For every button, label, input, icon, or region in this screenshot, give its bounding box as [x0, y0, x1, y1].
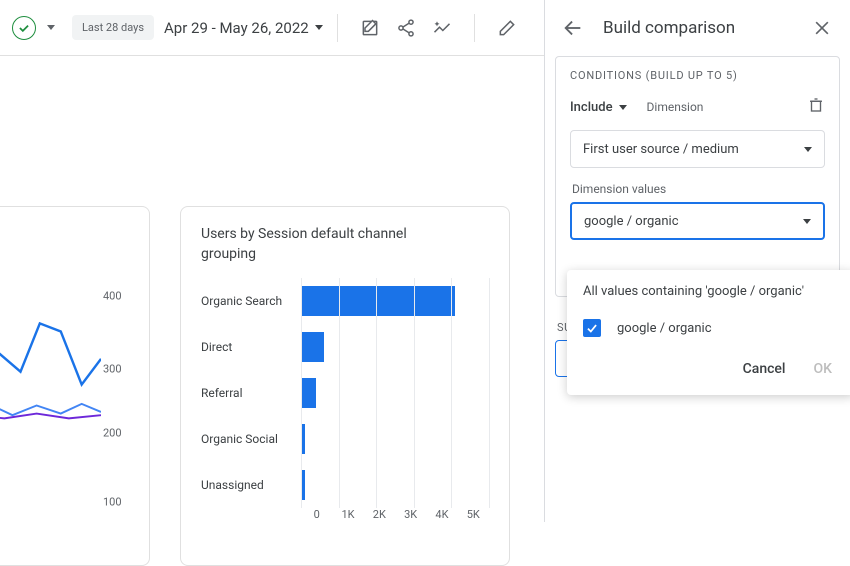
- insights-icon[interactable]: [428, 14, 456, 42]
- chevron-down-icon: [804, 147, 812, 152]
- bar-fill: [301, 286, 455, 316]
- bar-label: Organic Social: [201, 432, 301, 446]
- bar-row: Referral: [201, 370, 489, 416]
- bar-label: Unassigned: [201, 478, 301, 492]
- bar-chart-card: Users by Session default channel groupin…: [180, 206, 510, 566]
- bar-row: Organic Search: [201, 278, 489, 324]
- bar-fill: [301, 378, 316, 408]
- bar-x-tick: 3K: [395, 508, 426, 521]
- ok-button[interactable]: OK: [814, 361, 833, 377]
- bar-label: Organic Search: [201, 294, 301, 308]
- bar-row: Unassigned: [201, 462, 489, 508]
- line-chart-card: over time 400 300 200 100 22: [0, 206, 150, 566]
- chevron-down-icon: [803, 219, 811, 224]
- panel-body: CONDITIONS (BUILD UP TO 5) Include Dimen…: [545, 56, 850, 377]
- bar-track: [301, 324, 489, 370]
- checkbox-checked-icon[interactable]: [583, 319, 601, 337]
- dropdown-actions: Cancel OK: [567, 347, 850, 391]
- back-arrow-icon[interactable]: [561, 17, 585, 39]
- line-chart: 400 300 200 100 22: [0, 259, 129, 549]
- bar-track: [301, 462, 489, 508]
- close-icon[interactable]: [810, 18, 834, 38]
- bar-label: Direct: [201, 340, 301, 354]
- panel-header: Build comparison: [545, 0, 850, 56]
- condition-card: CONDITIONS (BUILD UP TO 5) Include Dimen…: [555, 56, 840, 297]
- y-tick: 200: [103, 426, 133, 439]
- bar-x-tick: 0: [301, 508, 332, 521]
- bar-track: [301, 416, 489, 462]
- customize-report-icon[interactable]: [356, 14, 384, 42]
- dropdown-option[interactable]: google / organic: [567, 309, 850, 347]
- delete-icon[interactable]: [807, 96, 825, 118]
- values-dropdown: All values containing 'google / organic'…: [567, 270, 850, 395]
- chevron-down-icon: [315, 25, 323, 30]
- date-range-picker[interactable]: Apr 29 - May 26, 2022: [164, 19, 323, 37]
- chevron-down-icon: [619, 105, 627, 110]
- y-tick: 400: [103, 290, 133, 303]
- bar-x-axis: 01K2K3K4K5K: [301, 508, 489, 521]
- cancel-button[interactable]: Cancel: [743, 361, 786, 377]
- panel-title: Build comparison: [603, 18, 810, 38]
- line-chart-svg: [0, 259, 101, 420]
- bar-track: [301, 370, 489, 416]
- bar-x-tick: 1K: [332, 508, 363, 521]
- y-tick: 300: [103, 362, 133, 375]
- status-dropdown-icon[interactable]: [38, 25, 58, 30]
- date-range-label: Apr 29 - May 26, 2022: [164, 19, 309, 37]
- dropdown-heading: All values containing 'google / organic': [567, 270, 850, 309]
- divider: [337, 14, 338, 42]
- date-preset-chip[interactable]: Last 28 days: [72, 15, 154, 40]
- bar-label: Referral: [201, 386, 301, 400]
- comparison-panel: Build comparison CONDITIONS (BUILD UP TO…: [544, 0, 850, 522]
- dimension-select[interactable]: First user source / medium: [570, 130, 825, 168]
- bar-x-tick: 2K: [364, 508, 395, 521]
- share-icon[interactable]: [392, 14, 420, 42]
- edit-icon[interactable]: [493, 14, 521, 42]
- bar-track: [301, 278, 489, 324]
- bar-fill: [301, 332, 324, 362]
- bar-row: Organic Social: [201, 416, 489, 462]
- divider: [474, 14, 475, 42]
- bar-x-tick: 4K: [426, 508, 457, 521]
- conditions-heading: CONDITIONS (BUILD UP TO 5): [570, 69, 825, 82]
- dimension-values-label: Dimension values: [572, 182, 825, 196]
- dropdown-option-label: google / organic: [617, 321, 712, 336]
- condition-row: Include Dimension: [570, 96, 825, 118]
- bar-x-tick: 5K: [458, 508, 489, 521]
- bar-chart: Organic Search Direct Referral Organic Soci…: [201, 278, 489, 558]
- card-title: Users by Session default channel groupin…: [201, 225, 421, 264]
- dimension-label: Dimension: [647, 100, 704, 114]
- y-tick: 100: [103, 496, 133, 509]
- status-check-icon[interactable]: [12, 16, 36, 40]
- card-title: over time: [0, 225, 129, 245]
- include-dropdown[interactable]: Include: [570, 100, 627, 115]
- bar-row: Direct: [201, 324, 489, 370]
- dimension-values-select[interactable]: google / organic: [570, 202, 825, 240]
